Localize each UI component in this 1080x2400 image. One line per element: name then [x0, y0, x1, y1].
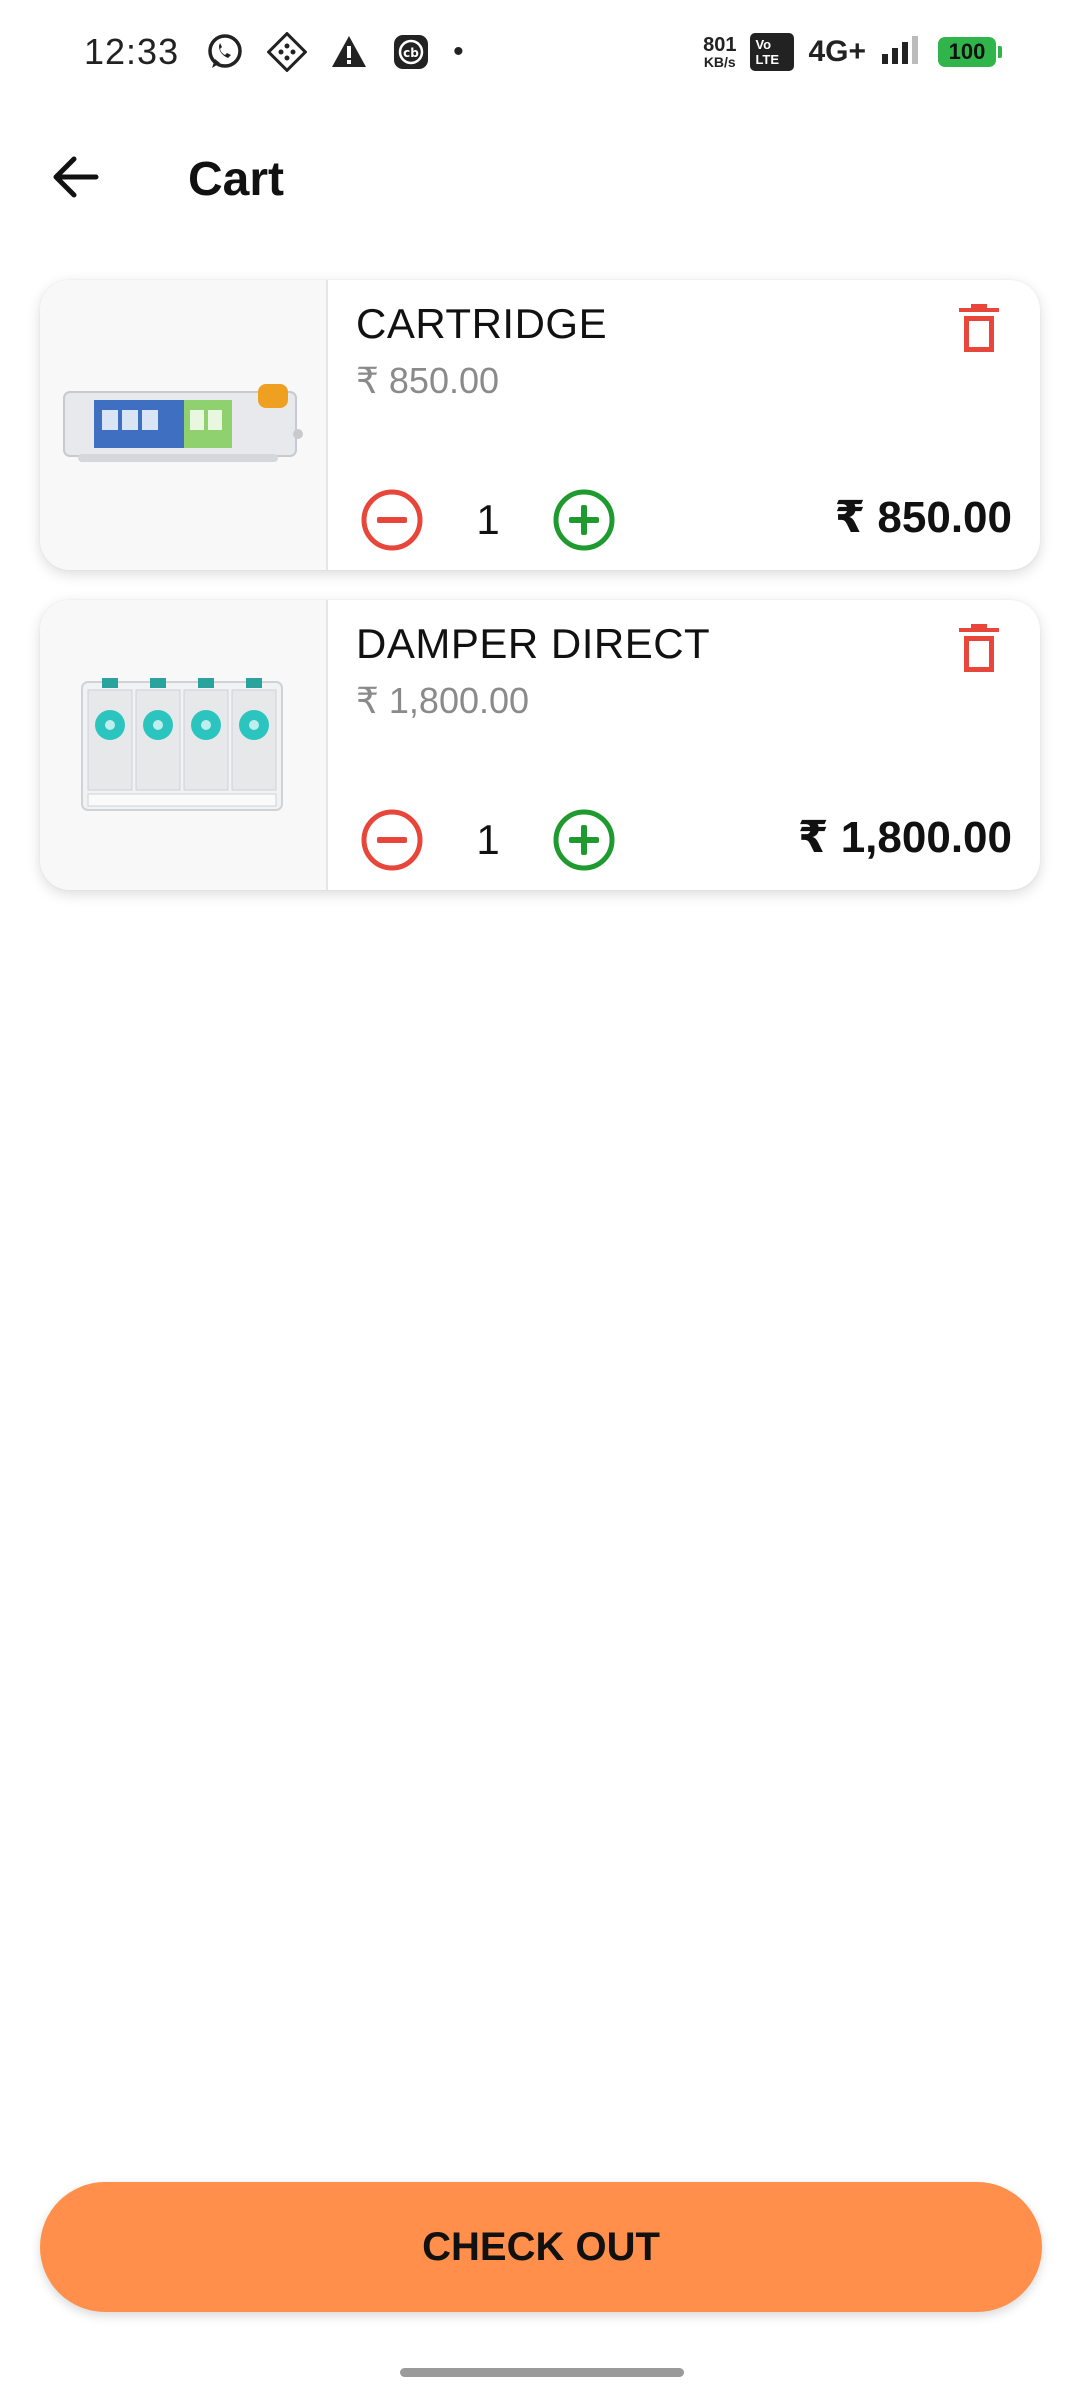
status-time: 12:33 — [84, 31, 180, 72]
trash-icon — [959, 304, 999, 352]
network-type: 4G+ — [808, 35, 866, 68]
warning-icon — [329, 32, 369, 72]
status-right: 801 KB/s Vo LTE 4G+ 100 — [703, 33, 1002, 71]
cb-app-icon: cb — [391, 32, 431, 72]
item-total: ₹ 1,800.00 — [797, 813, 1012, 862]
page-title: Cart — [188, 153, 285, 206]
decrement-button[interactable] — [360, 488, 424, 552]
minus-circle-icon — [361, 489, 423, 551]
network-speed: 801 KB/s — [703, 34, 737, 70]
item-unit-price: ₹ 1,800.00 — [356, 680, 530, 721]
item-unit-price: ₹ 850.00 — [356, 360, 500, 401]
status-bar: 12:33 cb • 801 KB/s Vo LTE 4G+ 100 — [0, 0, 1080, 104]
home-indicator[interactable] — [400, 2368, 684, 2377]
item-name: CARTRIDGE — [356, 300, 608, 347]
plus-circle-icon — [553, 489, 615, 551]
cart-screen: 12:33 cb • 801 KB/s Vo LTE 4G+ 100 Cart … — [0, 0, 1080, 2400]
trash-icon — [959, 624, 999, 672]
whatsapp-icon — [205, 32, 245, 72]
quantity-stepper: 1 — [360, 488, 616, 552]
increment-button[interactable] — [552, 808, 616, 872]
cart-item: DAMPER DIRECT ₹ 1,800.00 1 ₹ 1,800.00 — [40, 600, 1040, 890]
delete-item-button[interactable] — [952, 298, 1006, 360]
minus-circle-icon — [361, 809, 423, 871]
quantity-stepper: 1 — [360, 808, 616, 872]
arrow-left-icon — [53, 156, 99, 198]
increment-button[interactable] — [552, 488, 616, 552]
plus-circle-icon — [553, 809, 615, 871]
product-image-cartridge — [40, 280, 328, 570]
game-controller-icon — [267, 32, 308, 72]
volte-icon: Vo LTE — [750, 33, 795, 71]
item-total: ₹ 850.00 — [834, 493, 1012, 542]
cart-list: CARTRIDGE ₹ 850.00 1 ₹ 850.00 DAMPER DIR… — [40, 280, 1040, 920]
battery-indicator: 100 — [938, 37, 1002, 67]
quantity-value: 1 — [476, 496, 500, 543]
delete-item-button[interactable] — [952, 618, 1006, 680]
back-button[interactable] — [44, 146, 106, 208]
svg-text:cb: cb — [403, 46, 419, 60]
signal-icon — [880, 34, 924, 71]
item-name: DAMPER DIRECT — [356, 620, 711, 667]
quantity-value: 1 — [476, 816, 500, 863]
app-bar: Cart — [0, 120, 1080, 240]
checkout-button[interactable]: CHECK OUT — [40, 2182, 1042, 2312]
notification-dot-icon: • — [453, 35, 464, 68]
cart-item: CARTRIDGE ₹ 850.00 1 ₹ 850.00 — [40, 280, 1040, 570]
product-image-damper — [40, 600, 328, 890]
decrement-button[interactable] — [360, 808, 424, 872]
